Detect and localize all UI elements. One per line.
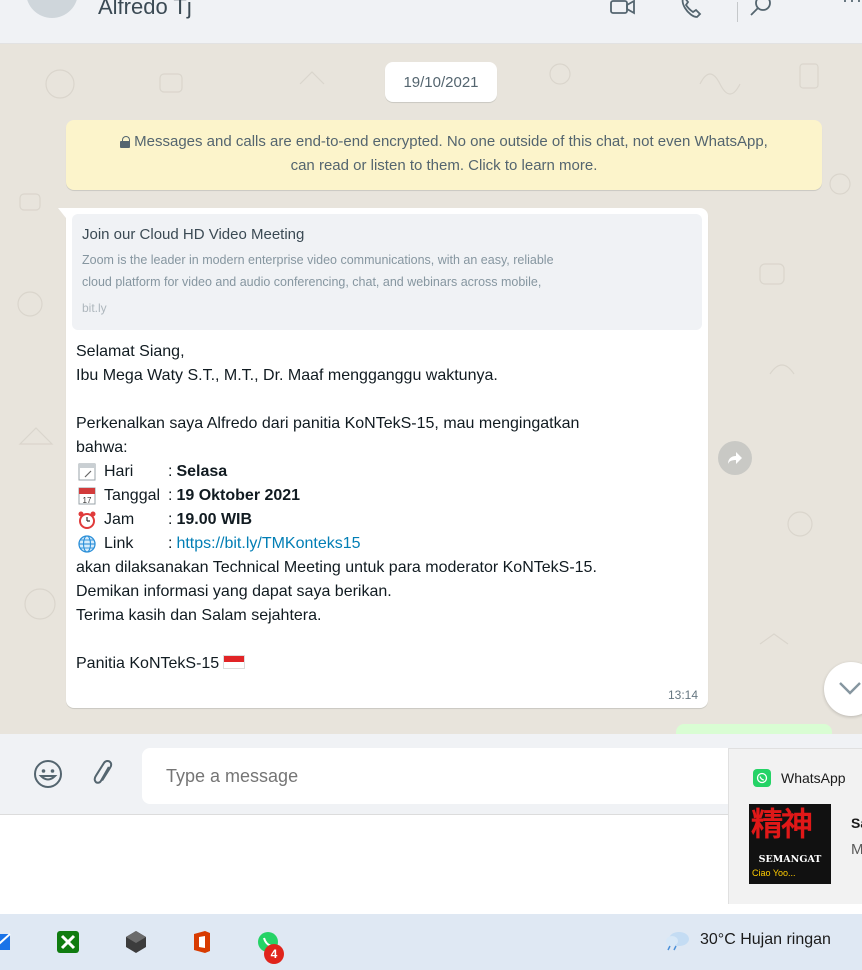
message-intro-line2: bahwa: xyxy=(76,439,128,456)
notification-image-kanji: 精神 xyxy=(751,805,813,843)
detail-row-link: Link : https://bit.ly/TMKonteks15 xyxy=(76,532,700,556)
chevron-down-icon xyxy=(839,682,861,695)
message-signature-line: Panitia KoNTekS-15 xyxy=(76,652,700,676)
header-separator xyxy=(737,2,738,22)
alarm-clock-icon xyxy=(76,509,98,531)
video-call-icon[interactable] xyxy=(608,0,638,22)
outgoing-message-edge xyxy=(676,724,832,734)
notification-image: 精神 SEMANGAT Ciao Yoo... xyxy=(749,804,831,884)
message-signature: Panitia KoNTekS-15 xyxy=(76,655,220,672)
weather-text: 30°C Hujan ringan xyxy=(700,931,831,948)
svg-text:17: 17 xyxy=(83,496,92,505)
message-intro-line1: Perkenalkan saya Alfredo dari panitia Ko… xyxy=(76,415,580,432)
office-app-icon[interactable] xyxy=(188,928,216,956)
notification-message: M xyxy=(851,841,862,858)
search-icon[interactable] xyxy=(746,0,776,22)
calendar-icon xyxy=(76,461,98,483)
message-time: 13:14 xyxy=(667,688,698,702)
encryption-text-line1: Messages and calls are end-to-end encryp… xyxy=(134,133,768,150)
more-icon[interactable]: ··· xyxy=(842,0,862,11)
link-preview[interactable]: Join our Cloud HD Video Meeting Zoom is … xyxy=(72,214,702,330)
notification-image-sub: Ciao Yoo... xyxy=(752,868,796,878)
whatsapp-window: Alfredo Tj ··· 19/10/2021 Messages and c… xyxy=(0,0,862,970)
incoming-message[interactable]: Join our Cloud HD Video Meeting Zoom is … xyxy=(58,208,708,708)
taskbar: 4 30°C Hujan ringan xyxy=(0,914,862,970)
detail-label-day: Hari xyxy=(104,463,134,480)
detail-value-time: 19.00 WIB xyxy=(176,511,253,528)
indonesia-flag-icon xyxy=(223,655,246,669)
smiley-icon xyxy=(34,760,62,788)
rain-cloud-icon xyxy=(666,932,689,951)
date-pill: 19/10/2021 xyxy=(385,62,497,102)
xbox-app-icon[interactable] xyxy=(54,928,82,956)
message-tail xyxy=(58,208,66,218)
avatar[interactable] xyxy=(26,0,78,18)
whatsapp-logo-icon xyxy=(753,769,771,787)
detail-row-day: Hari : Selasa xyxy=(76,460,700,484)
link-preview-domain: bit.ly xyxy=(82,301,107,315)
unread-badge: 4 xyxy=(264,944,284,964)
message-closing-line2: Demikan informasi yang dapat saya berika… xyxy=(76,583,392,600)
message-closing-line1: akan dilaksanakan Technical Meeting untu… xyxy=(76,559,597,576)
detail-value-date: 19 Oktober 2021 xyxy=(176,487,301,504)
mail-app-icon[interactable] xyxy=(0,928,14,956)
link-preview-description-line2: cloud platform for video and audio confe… xyxy=(82,275,542,289)
paperclip-icon xyxy=(93,760,113,784)
forward-button[interactable] xyxy=(718,441,752,475)
link-preview-description-line1: Zoom is the leader in modern enterprise … xyxy=(82,253,554,267)
notification-app-name: WhatsApp xyxy=(781,770,846,786)
3d-viewer-icon[interactable] xyxy=(122,928,150,956)
emoji-button[interactable] xyxy=(32,758,64,790)
encryption-notice[interactable]: Messages and calls are end-to-end encryp… xyxy=(66,120,822,190)
detail-row-time: Jam : 19.00 WIB xyxy=(76,508,700,532)
encryption-text-line2: can read or listen to them. Click to lea… xyxy=(290,157,598,174)
globe-icon xyxy=(76,533,98,555)
contact-name[interactable]: Alfredo Tj xyxy=(98,0,192,20)
voice-call-icon[interactable] xyxy=(676,0,706,22)
detail-value-day: Selasa xyxy=(176,463,228,480)
message-line: Ibu Mega Waty S.T., M.T., Dr. Maaf mengg… xyxy=(76,367,498,384)
notification-app: WhatsApp xyxy=(753,769,846,787)
date-calendar-icon: 17 xyxy=(76,485,98,507)
link-preview-title: Join our Cloud HD Video Meeting xyxy=(82,226,305,243)
chat-panel[interactable]: 19/10/2021 Messages and calls are end-to… xyxy=(0,44,862,734)
notification-sender: Sa xyxy=(851,815,862,831)
weather-widget[interactable]: 30°C Hujan ringan xyxy=(662,928,831,952)
meeting-link[interactable]: https://bit.ly/TMKonteks15 xyxy=(176,532,360,556)
notification-image-caption: SEMANGAT xyxy=(758,854,822,865)
detail-label-date: Tanggal xyxy=(104,487,161,504)
detail-row-date: 17 Tanggal : 19 Oktober 2021 xyxy=(76,484,700,508)
detail-label-link: Link xyxy=(104,535,134,552)
detail-label-time: Jam xyxy=(104,511,135,528)
link-preview-description: Zoom is the leader in modern enterprise … xyxy=(82,249,692,293)
message-input[interactable] xyxy=(142,748,742,804)
message-text: Selamat Siang, Ibu Mega Waty S.T., M.T.,… xyxy=(76,340,700,676)
chat-header[interactable]: Alfredo Tj ··· xyxy=(0,0,862,44)
message-closing-line3: Terima kasih dan Salam sejahtera. xyxy=(76,607,322,624)
notification-toast[interactable]: WhatsApp 精神 SEMANGAT Ciao Yoo... Sa M xyxy=(728,748,862,904)
lock-icon xyxy=(120,136,131,148)
forward-icon xyxy=(728,452,742,464)
attach-button[interactable] xyxy=(88,758,120,790)
message-greeting: Selamat Siang, xyxy=(76,343,185,360)
